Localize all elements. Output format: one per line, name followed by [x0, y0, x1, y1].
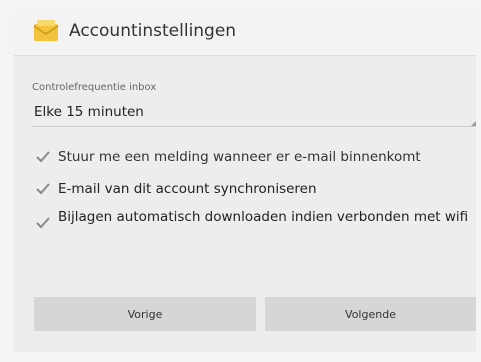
email-app-icon: [33, 20, 59, 41]
notify-checkbox-row[interactable]: Stuur me een melding wanneer er e-mail b…: [36, 149, 472, 167]
notify-checkbox-label: Stuur me een melding wanneer er e-mail b…: [58, 149, 421, 165]
next-button[interactable]: Volgende: [265, 297, 476, 331]
sync-checkbox-row[interactable]: E-mail van dit account synchroniseren: [36, 181, 472, 199]
checkmark-icon[interactable]: [36, 182, 50, 196]
checkmark-icon[interactable]: [36, 216, 50, 230]
account-settings-screen: Accountinstellingen Controlefrequentie i…: [14, 10, 476, 352]
settings-content: Controlefrequentie inbox Elke 15 minuten…: [14, 56, 476, 352]
title-bar: Accountinstellingen: [14, 10, 476, 56]
attachments-checkbox-label: Bijlagen automatisch downloaden indien v…: [58, 209, 469, 225]
navigation-buttons: Vorige Volgende: [34, 297, 476, 331]
frequency-spinner[interactable]: Elke 15 minuten: [32, 99, 476, 127]
frequency-label: Controlefrequentie inbox: [32, 82, 157, 93]
checkmark-icon[interactable]: [36, 150, 50, 164]
previous-button[interactable]: Vorige: [34, 297, 256, 331]
attachments-checkbox-row[interactable]: Bijlagen automatisch downloaden indien v…: [36, 209, 472, 245]
sync-checkbox-label: E-mail van dit account synchroniseren: [58, 181, 317, 197]
page-title: Accountinstellingen: [69, 21, 237, 41]
dropdown-corner-icon: [471, 121, 476, 126]
frequency-value: Elke 15 minuten: [34, 104, 144, 120]
